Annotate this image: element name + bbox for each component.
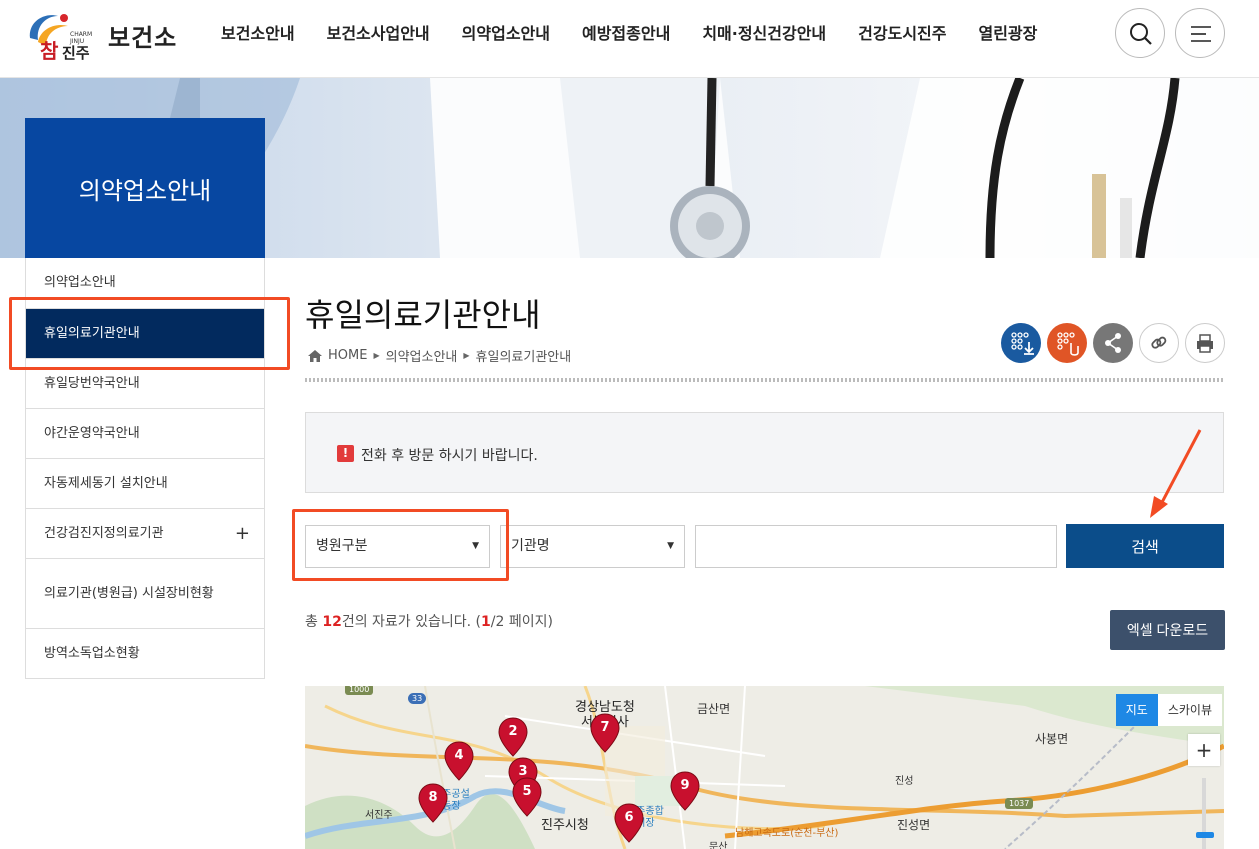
- breadcrumb-arrow-icon: ▶: [373, 351, 380, 360]
- map-label: 진성면: [897, 818, 931, 832]
- copy-link-button[interactable]: [1139, 323, 1179, 363]
- road-number: 33: [408, 693, 427, 704]
- map-label: 문산: [709, 842, 728, 849]
- site-header: 참 진주 CHARM JINJU 보건소 보건소안내 보건소사업안내 의약업소안…: [0, 0, 1259, 78]
- sidebar-item-health-checkup[interactable]: 건강검진지정의료기관 +: [26, 508, 264, 558]
- jinju-logo[interactable]: 참 진주 CHARM JINJU: [24, 8, 96, 64]
- link-icon: [1151, 336, 1167, 349]
- map-marker-label: 7: [600, 720, 610, 735]
- map-marker-label: 5: [522, 784, 532, 799]
- map-marker-7[interactable]: 7: [589, 712, 621, 754]
- dots-touch-icon: [1057, 332, 1079, 356]
- map-label: 서진주: [365, 810, 393, 821]
- nav-item-vaccination[interactable]: 예방접종안내: [566, 22, 686, 46]
- sidebar-item-label: 의료기관(병원급) 시설장비현황: [44, 585, 214, 601]
- map-marker-2[interactable]: 2: [497, 716, 529, 758]
- map-label: 남해고속도로(순천-부산): [735, 828, 839, 839]
- caret-down-icon: ▼: [667, 541, 674, 551]
- search-submit-button[interactable]: 검색: [1066, 524, 1224, 568]
- map-marker-9[interactable]: 9: [669, 770, 701, 812]
- hamburger-menu-icon: [1191, 26, 1211, 42]
- nav-item-programs[interactable]: 보건소사업안내: [311, 22, 446, 46]
- map-view-button[interactable]: 지도: [1115, 694, 1158, 726]
- notice-box: ! 전화 후 방문 하시기 바랍니다.: [305, 412, 1224, 493]
- nav-item-health-center[interactable]: 보건소안내: [205, 22, 311, 46]
- nav-item-pharmacy[interactable]: 의약업소안내: [446, 22, 566, 46]
- sidebar-item-label: 건강검진지정의료기관: [44, 525, 164, 541]
- clinic-map[interactable]: 1000 33 1037 경상남도청 서부청사 금산면 사봉면 진성 진성면 서…: [305, 686, 1224, 849]
- map-marker-4[interactable]: 4: [443, 740, 475, 782]
- search-field-select[interactable]: 기관명 ▼: [500, 525, 685, 568]
- keyword-input[interactable]: [695, 525, 1057, 568]
- main-nav: 보건소안내 보건소사업안내 의약업소안내 예방접종안내 치매·정신건강안내 건강…: [205, 22, 1053, 46]
- svg-text:진주: 진주: [62, 44, 90, 62]
- zoom-slider-track[interactable]: [1202, 778, 1206, 849]
- highlight-box-sidebar: [9, 297, 290, 370]
- zoom-in-button[interactable]: +: [1188, 734, 1220, 766]
- map-marker-label: 8: [428, 790, 438, 805]
- print-icon: [1197, 334, 1213, 353]
- map-marker-5[interactable]: 5: [511, 776, 543, 818]
- map-marker-label: 4: [454, 748, 464, 763]
- expand-plus-icon[interactable]: +: [235, 523, 250, 544]
- menu-button[interactable]: [1175, 8, 1225, 58]
- dots-download-button[interactable]: [1001, 323, 1041, 363]
- dots-download-icon: [1011, 332, 1034, 355]
- svg-text:JINJU: JINJU: [69, 38, 84, 45]
- notice-text: 전화 후 방문 하시기 바랍니다.: [361, 448, 538, 464]
- share-button[interactable]: [1093, 323, 1133, 363]
- search-button[interactable]: [1115, 8, 1165, 58]
- sidebar-item-disinfection[interactable]: 방역소독업소현황: [26, 628, 264, 678]
- zoom-slider-handle[interactable]: [1196, 832, 1214, 838]
- breadcrumb-level1[interactable]: 의약업소안내: [386, 346, 458, 365]
- sidebar-title: 의약업소안내: [25, 118, 265, 258]
- print-button[interactable]: [1185, 323, 1225, 363]
- dots-touch-button[interactable]: [1047, 323, 1087, 363]
- sidebar-item-aed[interactable]: 자동제세동기 설치안내: [26, 458, 264, 508]
- map-marker-label: 6: [624, 810, 634, 825]
- map-label: 진성: [895, 776, 914, 787]
- sidebar-item-label: 야간운영약국안내: [44, 425, 140, 441]
- highlight-box-select: [292, 509, 509, 581]
- breadcrumb-home[interactable]: HOME: [328, 348, 367, 363]
- map-label: 진주시청: [541, 818, 589, 833]
- breadcrumb-level2[interactable]: 휴일의료기관안내: [476, 346, 572, 365]
- total-count: 12: [322, 614, 342, 630]
- result-count: 총 12건의 자료가 있습니다. (1/2 페이지): [305, 614, 553, 630]
- sidebar-item-label: 자동제세동기 설치안내: [44, 475, 168, 491]
- map-type-toggle: 지도 스카이뷰: [1115, 694, 1222, 726]
- title-divider: [305, 378, 1224, 382]
- breadcrumb: HOME ▶ 의약업소안내 ▶ 휴일의료기관안내: [308, 346, 571, 365]
- current-page: 1: [481, 614, 491, 630]
- map-marker-label: 9: [680, 778, 690, 793]
- map-marker-6[interactable]: 6: [613, 802, 645, 844]
- sidebar-item-label: 휴일당번약국안내: [44, 375, 140, 391]
- home-icon: [308, 349, 322, 362]
- sidebar-item-label: 의약업소안내: [44, 275, 116, 290]
- sidebar-item-hospital-equipment[interactable]: 의료기관(병원급) 시설장비현황: [26, 558, 264, 628]
- share-icon: [1105, 333, 1121, 353]
- map-label: 금산면: [697, 702, 731, 716]
- skyview-button[interactable]: 스카이뷰: [1157, 694, 1222, 726]
- page-title: 휴일의료기관안내: [305, 296, 541, 334]
- sidebar-item-label: 방역소독업소현황: [44, 645, 140, 661]
- select-value: 기관명: [511, 538, 550, 554]
- nav-item-open-plaza[interactable]: 열린광장: [962, 22, 1053, 46]
- nav-item-dementia[interactable]: 치매·정신건강안내: [686, 22, 842, 46]
- site-name[interactable]: 보건소: [108, 18, 177, 53]
- svg-text:참: 참: [40, 39, 59, 63]
- breadcrumb-arrow-icon: ▶: [463, 351, 470, 360]
- map-label: 사봉면: [1035, 732, 1069, 746]
- map-marker-label: 2: [508, 724, 518, 739]
- road-number: 1037: [1005, 798, 1034, 809]
- map-marker-8[interactable]: 8: [417, 782, 449, 824]
- sidebar-item-night-pharmacy[interactable]: 야간운영약국안내: [26, 408, 264, 458]
- excel-download-button[interactable]: 엑셀 다운로드: [1110, 610, 1225, 650]
- annotation-arrow-icon: [1150, 429, 1202, 518]
- search-icon: [1130, 23, 1152, 45]
- nav-item-healthy-city[interactable]: 건강도시진주: [842, 22, 962, 46]
- road-number: 1000: [345, 686, 374, 695]
- svg-text:CHARM: CHARM: [70, 31, 92, 38]
- alert-icon: !: [337, 445, 354, 462]
